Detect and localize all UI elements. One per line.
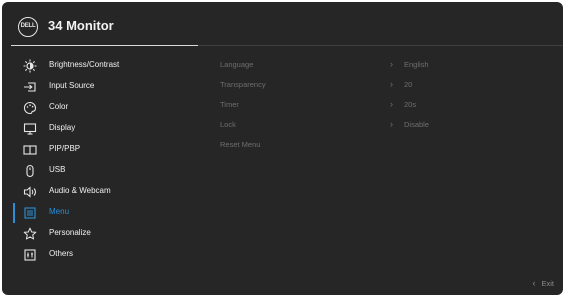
input-source-icon (23, 80, 37, 94)
sidebar-item-personalize[interactable]: Personalize (2, 224, 202, 244)
menu-icon (23, 206, 37, 220)
star-icon (23, 227, 37, 241)
pip-pbp-icon (23, 143, 37, 157)
header-divider (198, 45, 563, 46)
sidebar-item-label: Personalize (49, 228, 91, 237)
setting-row-timer[interactable]: Timer › 20s (220, 96, 550, 116)
sidebar-item-display[interactable]: Display (2, 119, 202, 139)
chevron-right-icon: › (390, 59, 393, 69)
osd-header: DELL 34 Monitor (2, 2, 563, 46)
sidebar-item-label: Audio & Webcam (49, 186, 111, 195)
setting-name: Language (220, 60, 254, 69)
sidebar-item-usb[interactable]: USB (2, 161, 202, 181)
exit-label: Exit (541, 279, 554, 288)
sidebar-item-label: USB (49, 165, 66, 174)
monitor-title: 34 Monitor (48, 18, 114, 33)
setting-name: Transparency (220, 80, 266, 89)
monitor-osd: DELL 34 Monitor Brightness/Contrast Inpu… (2, 2, 563, 295)
sidebar-item-menu[interactable]: Menu (2, 203, 202, 223)
setting-row-reset-menu[interactable]: Reset Menu (220, 136, 550, 156)
sidebar-item-pip-pbp[interactable]: PIP/PBP (2, 140, 202, 160)
sidebar-item-label: Display (49, 123, 76, 132)
others-icon (23, 248, 37, 262)
sidebar-item-label: Input Source (49, 81, 95, 90)
audio-webcam-icon (23, 185, 37, 199)
chevron-right-icon: › (390, 119, 393, 129)
active-indicator (13, 203, 15, 223)
color-palette-icon (23, 101, 37, 115)
setting-value: 20s (404, 100, 417, 109)
sidebar-item-others[interactable]: Others (2, 245, 202, 265)
setting-value: Disable (404, 120, 430, 129)
setting-row-transparency[interactable]: Transparency › 20 (220, 76, 550, 96)
sidebar-item-color[interactable]: Color (2, 98, 202, 118)
display-icon (23, 122, 37, 136)
setting-row-language[interactable]: Language › English (220, 56, 550, 76)
sidebar-item-label: Brightness/Contrast (49, 60, 120, 69)
chevron-right-icon: › (390, 79, 393, 89)
setting-value: English (404, 60, 429, 69)
brightness-icon (23, 59, 37, 73)
sidebar-item-label: PIP/PBP (49, 144, 81, 153)
sidebar-item-input-source[interactable]: Input Source (2, 77, 202, 97)
dell-logo: DELL (18, 17, 38, 37)
sidebar-item-label: Color (49, 102, 69, 111)
setting-value: 20 (404, 80, 413, 89)
sidebar-item-audio-webcam[interactable]: Audio & Webcam (2, 182, 202, 202)
setting-name: Lock (220, 120, 236, 129)
exit-button[interactable]: ‹ Exit (532, 278, 554, 288)
sidebar-item-brightness-contrast[interactable]: Brightness/Contrast (2, 56, 202, 76)
header-divider-highlight (11, 45, 198, 46)
chevron-left-icon: ‹ (532, 278, 536, 288)
setting-name: Reset Menu (220, 140, 261, 149)
usb-icon (23, 164, 37, 178)
chevron-right-icon: › (390, 99, 393, 109)
sidebar-item-label: Menu (49, 207, 70, 216)
sidebar-item-label: Others (49, 249, 74, 258)
setting-name: Timer (220, 100, 239, 109)
setting-row-lock[interactable]: Lock › Disable (220, 116, 550, 136)
